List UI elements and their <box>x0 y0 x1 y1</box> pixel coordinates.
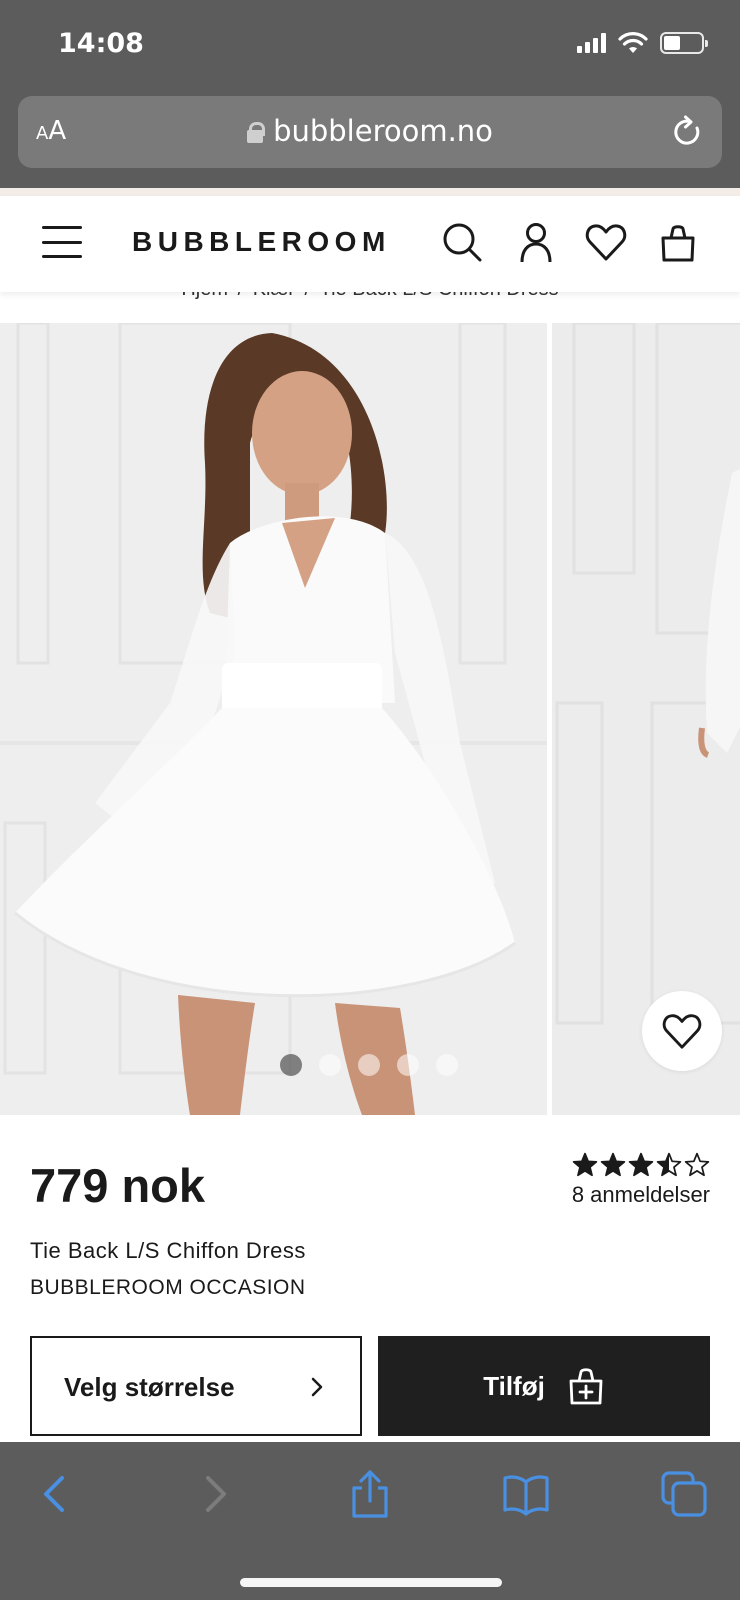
home-indicator <box>240 1578 502 1587</box>
site-header: BUBBLEROOM <box>0 196 740 292</box>
star-half-icon <box>656 1152 682 1177</box>
search-icon[interactable] <box>440 220 484 264</box>
share-icon[interactable] <box>346 1470 394 1518</box>
product-rating[interactable]: 8 anmeldelser <box>572 1152 710 1208</box>
wishlist-heart-icon[interactable] <box>584 220 628 264</box>
url-label: bubbleroom.no <box>273 114 493 148</box>
address-bar[interactable]: AA bubbleroom.no <box>18 96 722 168</box>
star-empty-icon <box>684 1152 710 1177</box>
rating-stars <box>572 1152 710 1178</box>
gallery-dot[interactable] <box>397 1054 419 1076</box>
add-to-cart-label: Tilføj <box>483 1370 545 1401</box>
star-filled-icon <box>628 1152 654 1177</box>
product-price: 779 nok <box>30 1159 206 1212</box>
product-photo-main[interactable] <box>0 323 547 1115</box>
status-icons <box>577 32 708 54</box>
site-logo[interactable]: BUBBLEROOM <box>132 226 391 258</box>
add-to-wishlist-button[interactable] <box>642 991 722 1071</box>
star-filled-icon <box>572 1152 598 1177</box>
star-filled-icon <box>600 1152 626 1177</box>
product-name: Tie Back L/S Chiffon Dress <box>30 1238 306 1263</box>
chevron-right-icon <box>311 1377 323 1397</box>
browser-chrome: 14:08 AA bubbleroom.no <box>0 0 740 188</box>
select-size-label: Velg størrelse <box>64 1372 235 1402</box>
account-icon[interactable] <box>514 220 558 264</box>
tabs-icon[interactable] <box>660 1470 708 1518</box>
wifi-icon <box>618 32 648 53</box>
reload-icon[interactable] <box>670 114 704 150</box>
product-brand[interactable]: BUBBLEROOM OCCASION <box>30 1276 306 1300</box>
chrome-divider <box>0 188 740 196</box>
forward-icon[interactable] <box>190 1470 238 1518</box>
product-photo-next-illustration <box>552 323 740 1115</box>
battery-fill <box>664 36 681 50</box>
gallery-dot[interactable] <box>358 1054 380 1076</box>
menu-icon[interactable] <box>42 226 82 258</box>
bookmarks-icon[interactable] <box>502 1470 550 1518</box>
product-photo-next[interactable] <box>552 323 740 1115</box>
select-size-button[interactable]: Velg størrelse <box>30 1336 362 1436</box>
back-icon[interactable] <box>32 1470 80 1518</box>
browser-toolbar <box>0 1442 740 1600</box>
heart-icon <box>662 1014 702 1049</box>
status-time: 14:08 <box>58 28 144 59</box>
add-bag-icon <box>569 1368 603 1405</box>
gallery-pagination[interactable] <box>280 1054 458 1076</box>
shopping-bag-icon[interactable] <box>656 220 700 264</box>
url-text[interactable]: bubbleroom.no <box>18 114 722 148</box>
gallery-dot[interactable] <box>436 1054 458 1076</box>
add-to-cart-button[interactable]: Tilføj <box>378 1336 710 1436</box>
battery-icon <box>660 32 708 54</box>
reviews-count[interactable]: 8 anmeldelser <box>572 1182 710 1208</box>
product-photo-illustration <box>0 323 547 1115</box>
product-gallery[interactable] <box>0 323 740 1115</box>
cellular-signal-icon <box>577 33 606 53</box>
gallery-dot[interactable] <box>319 1054 341 1076</box>
gallery-dot[interactable] <box>280 1054 302 1076</box>
lock-icon <box>247 122 266 143</box>
